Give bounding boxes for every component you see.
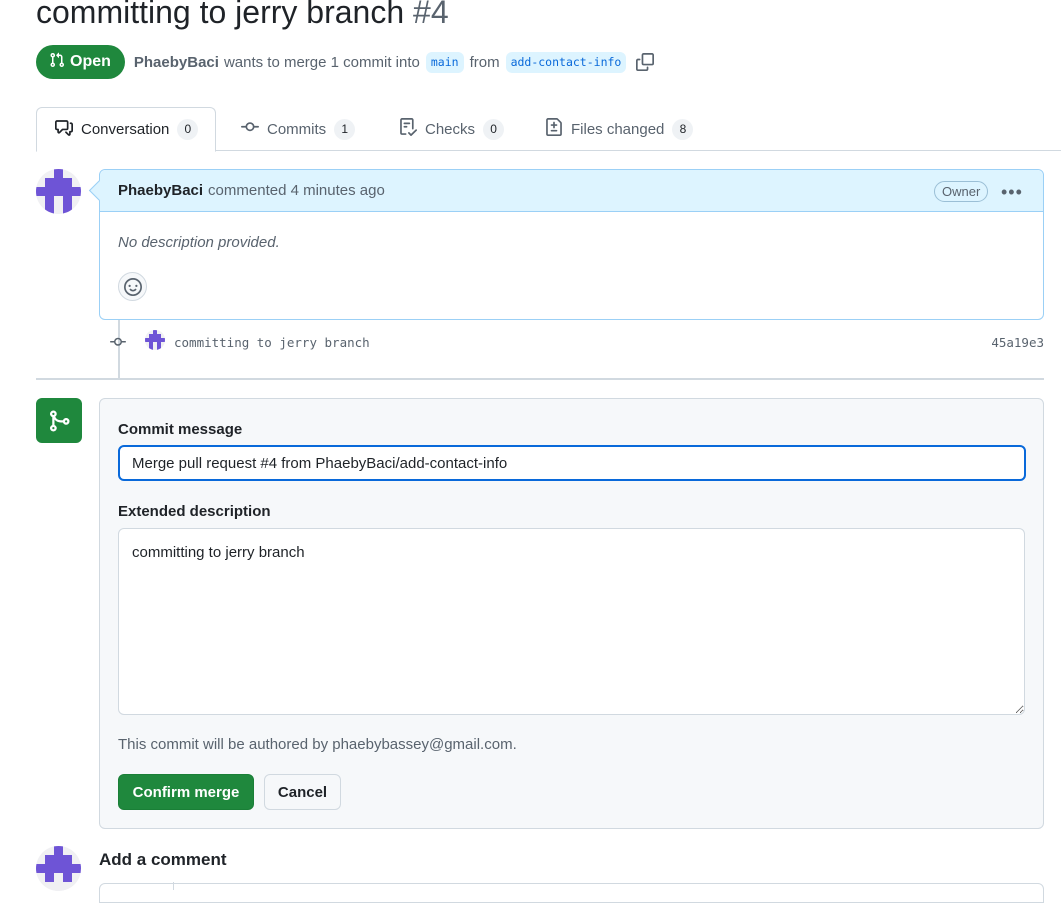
git-commit-icon — [108, 334, 128, 355]
head-branch[interactable]: add-contact-info — [505, 51, 627, 73]
tab-conversation[interactable]: Conversation 0 — [36, 107, 217, 152]
divider — [36, 378, 1044, 380]
pr-tabs: Conversation 0 Commits 1 Checks 0 Files … — [36, 107, 1061, 152]
extended-description-label: Extended description — [118, 503, 271, 520]
tab-checks[interactable]: Checks 0 — [381, 107, 521, 151]
comment-author[interactable]: PhaebyBaci — [118, 182, 203, 199]
comment-discussion-icon — [55, 119, 73, 141]
add-comment-heading: Add a comment — [99, 850, 227, 869]
commit-row: committing to jerry branch 45a19e3 — [108, 330, 1044, 354]
kebab-horizontal-icon[interactable]: ••• — [1001, 182, 1023, 203]
commit-message-link[interactable]: committing to jerry branch — [174, 335, 370, 350]
state-label: Open — [70, 53, 111, 70]
avatar[interactable] — [36, 169, 81, 214]
state-badge: Open — [36, 45, 125, 79]
comment-body: No description provided. — [118, 234, 280, 251]
confirm-merge-button[interactable]: Confirm merge — [118, 774, 254, 810]
commit-sha-link[interactable]: 45a19e3 — [991, 335, 1044, 350]
owner-badge: Owner — [934, 181, 989, 202]
base-branch[interactable]: main — [425, 51, 464, 73]
tab-files-changed-label: Files changed — [571, 120, 665, 138]
pr-meta: PhaebyBaci wants to merge 1 commit into … — [134, 51, 655, 73]
extended-description-textarea[interactable]: committing to jerry branch — [118, 528, 1025, 715]
tab-files-changed-count: 8 — [672, 118, 694, 140]
file-diff-icon — [545, 118, 563, 140]
add-comment-tab[interactable] — [99, 882, 174, 890]
pr-title: committing to jerry branch #4 — [36, 0, 449, 31]
tab-commits[interactable]: Commits 1 — [223, 107, 372, 151]
tab-conversation-count: 0 — [177, 119, 199, 140]
tab-conversation-label: Conversation — [81, 121, 170, 138]
from-text: from — [469, 53, 500, 71]
cancel-button[interactable]: Cancel — [264, 774, 341, 810]
tab-commits-label: Commits — [267, 120, 327, 138]
git-pull-request-icon — [49, 52, 65, 73]
merge-text: wants to merge 1 commit into — [223, 53, 420, 71]
pr-author-link[interactable]: PhaebyBaci — [134, 54, 219, 71]
avatar[interactable] — [36, 846, 81, 891]
pr-title-text: committing to jerry branch — [36, 0, 405, 30]
add-comment-box[interactable] — [99, 883, 1044, 903]
commit-avatar[interactable] — [145, 330, 165, 350]
tab-checks-count: 0 — [483, 118, 505, 140]
commit-message-input[interactable] — [118, 445, 1026, 481]
pr-number: #4 — [413, 0, 449, 30]
author-note: This commit will be authored by phaebyba… — [118, 736, 517, 753]
tab-files-changed[interactable]: Files changed 8 — [527, 107, 710, 151]
comment-box: PhaebyBaci commented 4 minutes ago Owner… — [99, 169, 1044, 320]
smiley-icon[interactable] — [118, 272, 147, 301]
commit-message-label: Commit message — [118, 421, 243, 438]
tab-checks-label: Checks — [425, 120, 476, 138]
checklist-icon — [399, 118, 418, 140]
comment-header: PhaebyBaci commented 4 minutes ago Owner… — [100, 170, 1043, 212]
git-commit-icon — [241, 118, 259, 140]
copy-icon[interactable] — [636, 53, 655, 71]
comment-action[interactable]: commented 4 minutes ago — [208, 182, 385, 199]
tab-commits-count: 1 — [334, 118, 356, 140]
git-merge-icon — [36, 398, 82, 443]
merge-form: Commit message Extended description comm… — [99, 398, 1044, 829]
pr-state-row: Open PhaebyBaci wants to merge 1 commit … — [36, 45, 655, 79]
